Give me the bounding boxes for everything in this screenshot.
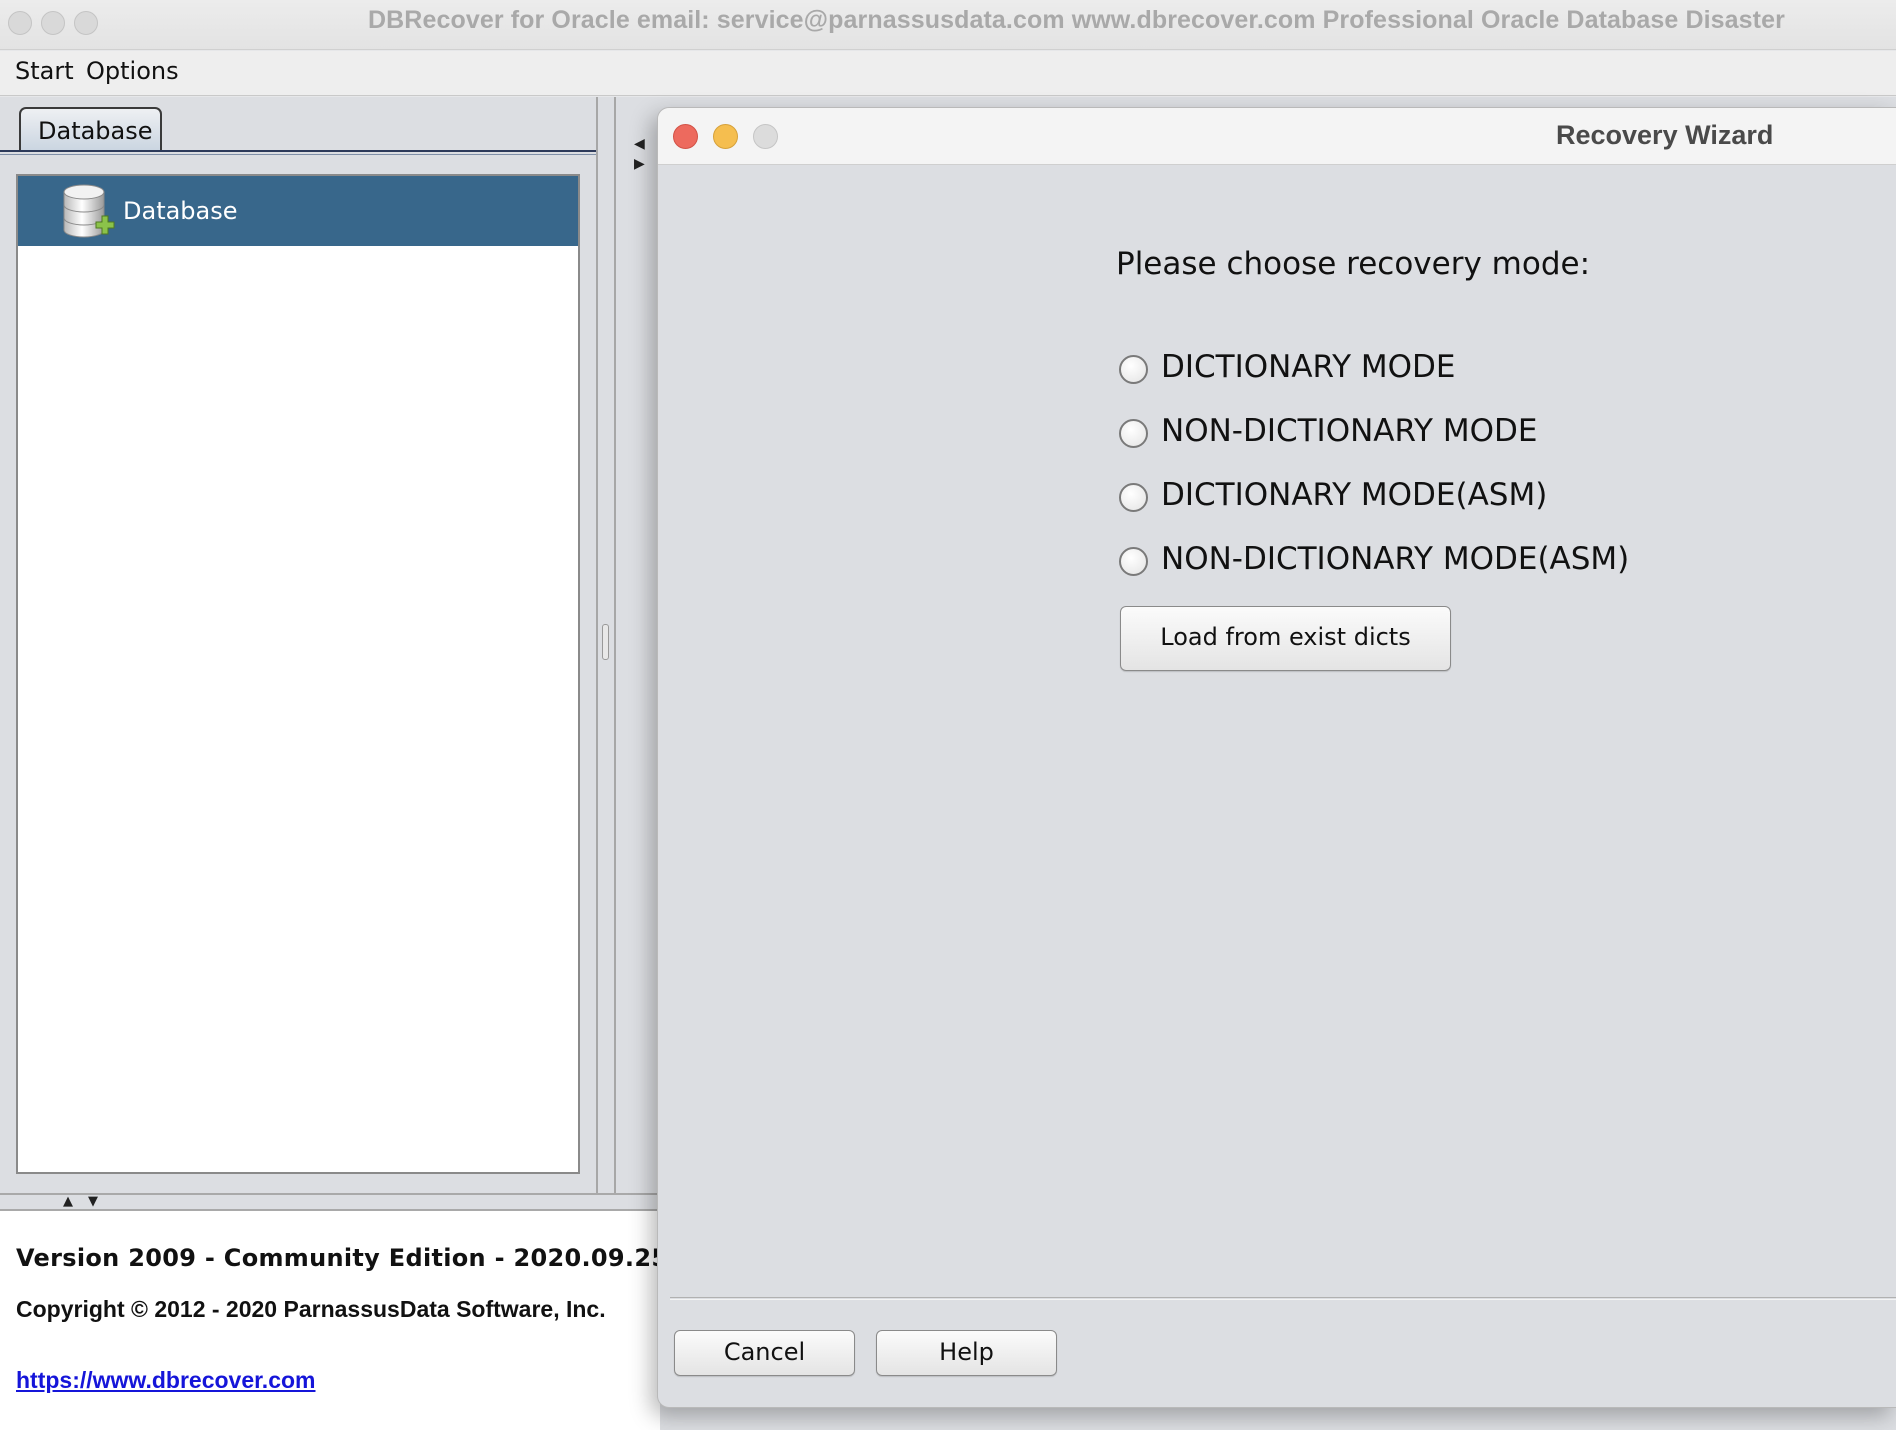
window-title: DBRecover for Oracle email: service@parn… [368,6,1785,34]
radio-button-icon[interactable] [1119,547,1148,576]
tab-database[interactable]: Database [19,107,162,152]
tree-item-database[interactable]: Database [18,176,578,246]
info-panel: Version 2009 - Community Edition - 2020.… [0,1211,668,1430]
database-add-icon [63,184,115,238]
collapse-up-icon[interactable]: ▲ [63,1195,73,1209]
splitter-grip[interactable] [602,624,609,660]
radio-button-icon[interactable] [1119,419,1148,448]
main-window-titlebar: DBRecover for Oracle email: service@parn… [0,0,1896,50]
radio-label: DICTIONARY MODE [1161,349,1456,385]
help-button[interactable]: Help [876,1330,1057,1376]
website-link[interactable]: https://www.dbrecover.com [16,1367,315,1394]
tree-item-label: Database [123,197,238,225]
minimize-icon[interactable] [41,11,65,35]
expand-down-icon[interactable]: ▼ [88,1195,98,1209]
radio-button-icon[interactable] [1119,483,1148,512]
cancel-button[interactable]: Cancel [674,1330,855,1376]
maximize-icon[interactable] [753,124,778,149]
menu-start[interactable]: Start [15,57,74,85]
tab-underline [0,150,597,155]
version-text: Version 2009 - Community Edition - 2020.… [16,1244,669,1272]
copyright-text: Copyright © 2012 - 2020 ParnassusData So… [16,1296,606,1322]
wizard-title: Recovery Wizard [1556,120,1774,150]
wizard-titlebar: Recovery Wizard [658,108,1896,165]
minimize-icon[interactable] [713,124,738,149]
recovery-wizard-dialog: Recovery Wizard Please choose recovery m… [657,107,1896,1408]
load-from-exist-dicts-button[interactable]: Load from exist dicts [1120,606,1451,671]
radio-label: NON-DICTIONARY MODE [1161,413,1538,449]
maximize-icon[interactable] [74,11,98,35]
menubar: Start Options [0,51,1896,96]
database-tree: Database [16,174,580,1174]
footer-separator [670,1297,1896,1300]
close-icon[interactable] [8,11,32,35]
radio-label: NON-DICTIONARY MODE(ASM) [1161,541,1630,577]
horizontal-splitter[interactable]: ▲ ▼ [0,1193,660,1211]
tab-database-label: Database [38,117,153,145]
expand-right-icon[interactable]: ▶ [634,157,645,171]
collapse-left-icon[interactable]: ◀ [634,137,645,151]
radio-button-icon[interactable] [1119,355,1148,384]
recovery-mode-prompt: Please choose recovery mode: [1116,246,1591,282]
menu-options[interactable]: Options [86,57,179,85]
radio-label: DICTIONARY MODE(ASM) [1161,477,1548,513]
close-icon[interactable] [673,124,698,149]
